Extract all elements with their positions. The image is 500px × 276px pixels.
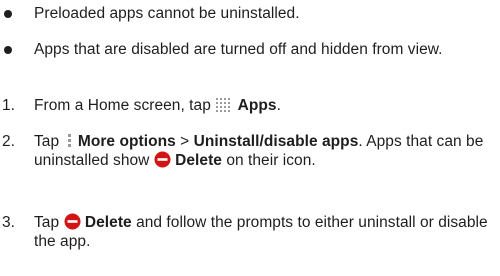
step-number: 2.: [2, 133, 15, 150]
uninstall-disable-label: Uninstall/disable apps: [193, 133, 359, 150]
bullet-text: Apps that are disabled are turned off an…: [34, 41, 443, 58]
step-text-end: on their icon.: [226, 152, 316, 169]
bullet-item: Preloaded apps cannot be uninstalled.: [0, 4, 500, 26]
step-text: Tap Delete and follow the prompts to eit…: [34, 213, 498, 251]
step-text-intro: Tap: [34, 214, 60, 231]
delete-label: Delete: [84, 214, 132, 231]
step-item: 2. Tap More options > Uninstall/disable …: [0, 132, 500, 194]
instructions-document: Preloaded apps cannot be uninstalled. Ap…: [0, 0, 500, 276]
step-text-end: .: [276, 97, 281, 114]
menu-separator: >: [180, 133, 190, 150]
delete-icon: [154, 151, 171, 168]
apps-label: Apps: [237, 97, 277, 114]
bullet-text: Preloaded apps cannot be uninstalled.: [34, 5, 300, 22]
step-item: 3. Tap Delete and follow the prompts to …: [0, 213, 500, 253]
step-number: 1.: [2, 97, 15, 114]
bullet-item: Apps that are disabled are turned off an…: [0, 40, 500, 80]
delete-icon: [64, 213, 81, 230]
apps-grid-icon: [215, 97, 233, 113]
delete-label: Delete: [175, 152, 222, 169]
more-options-label: More options: [77, 133, 176, 150]
more-options-icon: [64, 133, 74, 149]
step-text: From a Home screen, tap Apps.: [34, 96, 498, 115]
step-item: 1. From a Home screen, tap Apps.: [0, 96, 500, 118]
step-text-intro: From a Home screen, tap: [34, 97, 211, 114]
step-text-intro: Tap: [34, 133, 60, 150]
step-text: Tap More options > Uninstall/disable app…: [34, 132, 498, 170]
step-number: 3.: [2, 214, 15, 231]
